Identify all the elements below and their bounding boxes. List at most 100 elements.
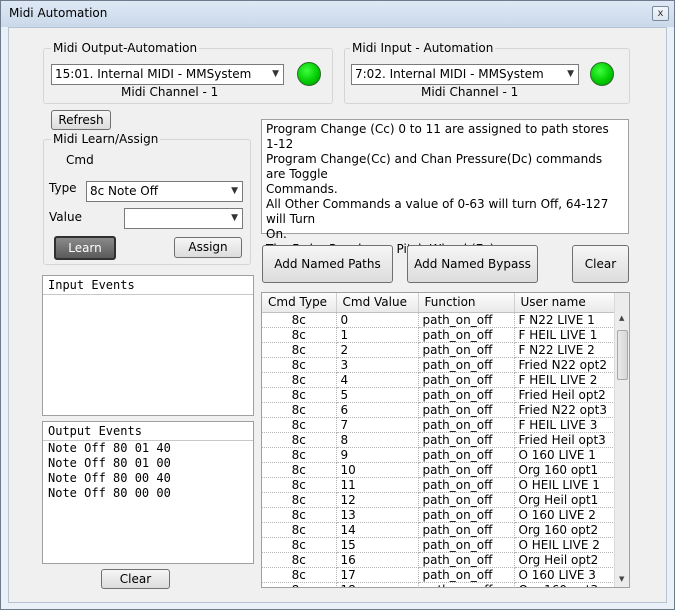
table-body: 8c 0 path_on_off F N22 LIVE 1 8c 1 path_on_off… (262, 312, 615, 587)
table-row[interactable]: 8c 15 path_on_off O HEIL LIVE 2 (262, 537, 615, 553)
output-channel-label: Midi Channel - 1 (121, 85, 219, 99)
info-line: Commands. (266, 182, 338, 196)
output-automation-label: Midi Output-Automation (51, 41, 200, 55)
cell-function: path_on_off (418, 522, 515, 538)
cell-cmd-value: 11 (336, 477, 419, 493)
table-row[interactable]: 8c 4 path_on_off F HEIL LIVE 2 (262, 372, 615, 388)
command-table: Cmd Type Cmd Value Function User name 8c… (262, 293, 615, 587)
chevron-down-icon: ▼ (272, 69, 279, 79)
cell-cmd-type: 8c (262, 432, 337, 448)
table-row[interactable]: 8c 12 path_on_off Org Heil opt1 (262, 492, 615, 508)
value-select[interactable]: ▼ (124, 208, 243, 229)
cell-user-name: O 160 LIVE 3 (514, 567, 615, 583)
input-device-select[interactable]: 7:02. Internal MIDI - MMSystem ▼ (351, 64, 579, 85)
window-title: Midi Automation (9, 6, 108, 20)
info-line: All Other Commands a value of 0-63 will … (266, 197, 609, 226)
chevron-down-icon: ▼ (567, 69, 574, 79)
table-row[interactable]: 8c 16 path_on_off Org Heil opt2 (262, 552, 615, 568)
type-select[interactable]: 8c Note Off ▼ (86, 181, 243, 202)
cell-cmd-value: 14 (336, 522, 419, 538)
chevron-down-icon: ▼ (231, 186, 238, 196)
col-cmd-value[interactable]: Cmd Value (336, 293, 419, 313)
table-row[interactable]: 8c 0 path_on_off F N22 LIVE 1 (262, 312, 615, 328)
cell-user-name: F HEIL LIVE 3 (514, 417, 615, 433)
table-row[interactable]: 8c 14 path_on_off Org 160 opt2 (262, 522, 615, 538)
output-events-header: Output Events (43, 422, 253, 441)
output-event-line: Note Off 80 01 00 (48, 456, 171, 470)
chevron-down-icon: ▼ (231, 213, 238, 223)
output-device-select[interactable]: 15:01. Internal MIDI - MMSystem ▼ (51, 64, 284, 85)
table-row[interactable]: 8c 2 path_on_off F N22 LIVE 2 (262, 342, 615, 358)
cmd-label: Cmd (66, 153, 94, 167)
assign-button[interactable]: Assign (174, 237, 242, 258)
cell-user-name: F N22 LIVE 1 (514, 312, 615, 328)
type-value: 8c Note Off (90, 184, 158, 198)
clear-output-events-button[interactable]: Clear (101, 569, 170, 589)
info-line: Program Change (Cc) 0 to 11 are assigned… (266, 122, 609, 151)
table-row[interactable]: 8c 17 path_on_off O 160 LIVE 3 (262, 567, 615, 583)
cell-cmd-value: 17 (336, 567, 419, 583)
cell-cmd-value: 2 (336, 342, 419, 358)
table-header-row: Cmd Type Cmd Value Function User name (262, 293, 615, 313)
cell-function: path_on_off (418, 552, 515, 568)
input-channel-label: Midi Channel - 1 (421, 85, 519, 99)
cell-cmd-type: 8c (262, 372, 337, 388)
cell-cmd-value: 7 (336, 417, 419, 433)
table-row[interactable]: 8c 11 path_on_off O HEIL LIVE 1 (262, 477, 615, 493)
table-row[interactable]: 8c 10 path_on_off Org 160 opt1 (262, 462, 615, 478)
scroll-down-icon[interactable]: ▼ (619, 575, 624, 583)
cell-user-name: O 160 LIVE 1 (514, 447, 615, 463)
value-label: Value (49, 210, 82, 224)
col-function[interactable]: Function (418, 293, 515, 313)
cell-function: path_on_off (418, 492, 515, 508)
output-events-panel[interactable]: Output Events Note Off 80 01 40 Note Off… (42, 421, 254, 564)
table-scrollbar[interactable]: ▲ ▼ (614, 293, 629, 587)
input-events-panel[interactable]: Input Events (42, 275, 254, 416)
table-row[interactable]: 8c18path_on_offOrg 160 opt3 (262, 582, 615, 587)
table-row[interactable]: 8c 6 path_on_off Fried N22 opt3 (262, 402, 615, 418)
scroll-up-icon[interactable]: ▲ (619, 314, 624, 322)
output-event-line: Note Off 80 00 00 (48, 486, 171, 500)
cell-function: path_on_off (418, 312, 515, 328)
cell-cmd-value: 1 (336, 327, 419, 343)
col-cmd-type[interactable]: Cmd Type (262, 293, 337, 313)
table-row[interactable]: 8c 8 path_on_off Fried Heil opt3 (262, 432, 615, 448)
table-row[interactable]: 8c 1 path_on_off F HEIL LIVE 1 (262, 327, 615, 343)
refresh-button[interactable]: Refresh (51, 110, 111, 130)
cell-user-name: F HEIL LIVE 1 (514, 327, 615, 343)
cell-cmd-value: 18 (336, 582, 419, 587)
add-named-paths-button[interactable]: Add Named Paths (262, 245, 393, 283)
cell-cmd-value: 15 (336, 537, 419, 553)
cell-cmd-type: 8c (262, 312, 337, 328)
col-user-name[interactable]: User name (514, 293, 615, 313)
cell-cmd-value: 5 (336, 387, 419, 403)
clear-table-button[interactable]: Clear (572, 245, 629, 283)
close-button[interactable]: x (652, 6, 669, 21)
cell-cmd-value: 12 (336, 492, 419, 508)
title-bar[interactable]: Midi Automation x (1, 1, 674, 27)
cell-cmd-type: 8c (262, 462, 337, 478)
cell-user-name: Fried Heil opt2 (514, 387, 615, 403)
cell-user-name: Org 160 opt2 (514, 522, 615, 538)
cell-user-name: Fried N22 opt3 (514, 402, 615, 418)
cell-cmd-type: 8c (262, 357, 337, 373)
table-row[interactable]: 8c 13 path_on_off O 160 LIVE 2 (262, 507, 615, 523)
cell-function: path_on_off (418, 327, 515, 343)
cell-cmd-type: 8c (262, 447, 337, 463)
cell-cmd-type: 8c (262, 477, 337, 493)
cell-user-name: Fried N22 opt2 (514, 357, 615, 373)
cell-function: path_on_off (418, 387, 515, 403)
add-named-bypass-button[interactable]: Add Named Bypass (407, 245, 538, 283)
cell-function: path_on_off (418, 537, 515, 553)
table-row[interactable]: 8c 5 path_on_off Fried Heil opt2 (262, 387, 615, 403)
learn-button[interactable]: Learn (54, 236, 116, 260)
scrollbar-thumb[interactable] (617, 330, 628, 380)
output-event-line: Note Off 80 01 40 (48, 441, 171, 455)
table-row[interactable]: 8c 7 path_on_off F HEIL LIVE 3 (262, 417, 615, 433)
close-icon: x (657, 8, 664, 19)
table-row[interactable]: 8c 3 path_on_off Fried N22 opt2 (262, 357, 615, 373)
cell-cmd-value: 8 (336, 432, 419, 448)
input-status-led-icon (590, 62, 614, 86)
table-row[interactable]: 8c 9 path_on_off O 160 LIVE 1 (262, 447, 615, 463)
cell-cmd-value: 4 (336, 372, 419, 388)
